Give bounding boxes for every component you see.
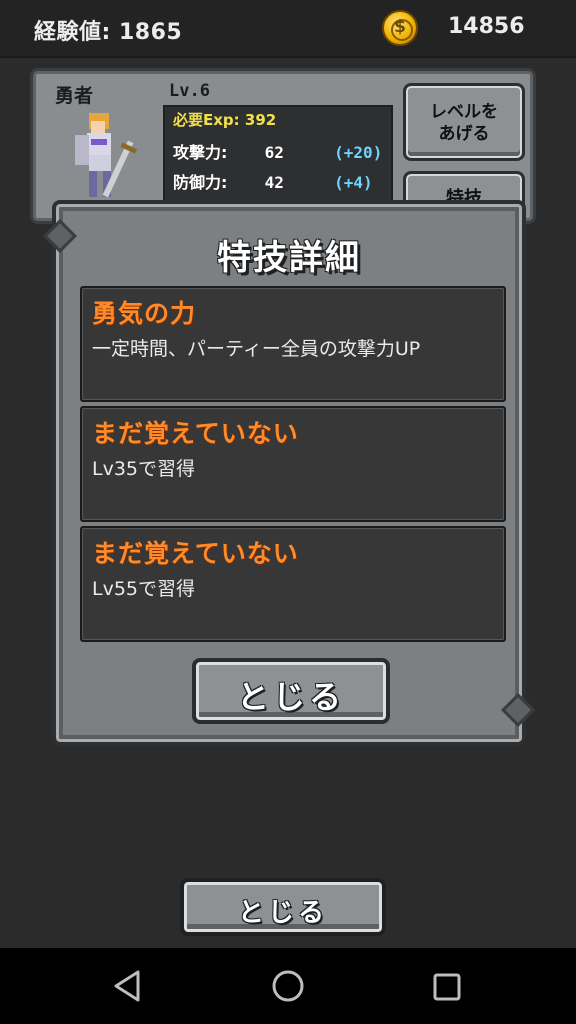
- home-icon[interactable]: [270, 968, 306, 1004]
- gold-coin-icon: $: [382, 10, 418, 46]
- hero-level: Lv.6: [169, 81, 210, 101]
- close-button[interactable]: とじる: [180, 878, 386, 936]
- skill-detail-modal: 特技詳細 勇気の力 一定時間、パーティー全員の攻撃力UP まだ覚えていない Lv…: [52, 200, 526, 746]
- gold-amount: 14856: [448, 14, 525, 39]
- skill-entry: まだ覚えていない Lv35で習得: [80, 406, 506, 522]
- skill-name: まだ覚えていない: [92, 419, 299, 448]
- hero-sprite-icon: [75, 113, 138, 198]
- required-exp: 必要Exp: 392: [173, 111, 277, 129]
- status-bar: 経験値: 1865 $ 14856: [0, 0, 576, 58]
- recent-apps-icon[interactable]: [430, 970, 464, 1004]
- skill-entry: 勇気の力 一定時間、パーティー全員の攻撃力UP: [80, 286, 506, 402]
- skill-name: まだ覚えていない: [92, 539, 299, 568]
- stat-value: 62: [264, 143, 284, 162]
- back-icon[interactable]: [110, 968, 146, 1004]
- skill-description: Lv35で習得: [92, 458, 196, 480]
- stat-bonus: (+4): [334, 173, 373, 192]
- system-nav-bar: [0, 948, 576, 1024]
- coin-glyph: $: [394, 17, 406, 37]
- modal-close-button[interactable]: とじる: [192, 658, 390, 724]
- skill-description: Lv55で習得: [92, 578, 196, 600]
- stat-row-attack: 攻撃力: 62 (+20): [173, 139, 382, 163]
- level-up-button[interactable]: レベルを あげる: [403, 83, 525, 161]
- stat-label: 攻撃力:: [173, 143, 228, 162]
- modal-title: 特技詳細: [217, 238, 361, 278]
- stat-label: 防御力:: [173, 173, 228, 192]
- hero-name: 勇者: [55, 85, 94, 107]
- skill-entry: まだ覚えていない Lv55で習得: [80, 526, 506, 642]
- stat-row-defense: 防御力: 42 (+4): [173, 169, 373, 193]
- skill-description: 一定時間、パーティー全員の攻撃力UP: [92, 338, 421, 360]
- stat-bonus: (+20): [334, 143, 383, 162]
- experience-label: 経験値: 1865: [34, 20, 183, 45]
- stat-value: 42: [264, 173, 284, 192]
- skill-name: 勇気の力: [92, 299, 197, 328]
